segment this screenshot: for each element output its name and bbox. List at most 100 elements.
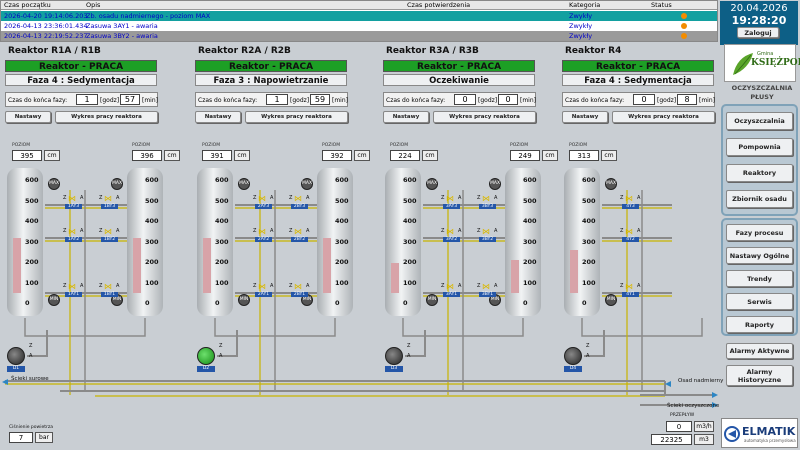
valve-icon[interactable]: ⋈	[482, 228, 491, 236]
valve-icon[interactable]: ⋈	[294, 195, 303, 203]
timer-hours[interactable]: 0	[633, 94, 655, 105]
nav-pompownia[interactable]: Pompownia	[726, 138, 793, 156]
min-level-sensor-icon[interactable]: MIN	[48, 294, 60, 306]
nav-zbiornik-osadu[interactable]: Zbiornik osadu	[726, 190, 793, 208]
level-value-a: 313	[569, 150, 599, 161]
nav-alarmy-aktywne[interactable]: Alarmy Aktywne	[726, 343, 793, 359]
blower-pump-icon[interactable]	[385, 347, 403, 365]
nav-alarmy-historyczne[interactable]: Alarmy Historyczne	[726, 365, 793, 386]
max-level-sensor-icon[interactable]: MAX	[426, 178, 438, 190]
valve-icon[interactable]: ⋈	[446, 195, 455, 203]
valve-icon[interactable]: ⋈	[625, 228, 634, 236]
nav-oczyszczalnia[interactable]: Oczyszczalnia	[726, 112, 793, 130]
blower-pump-icon[interactable]	[197, 347, 215, 365]
timer-minutes[interactable]: 57	[120, 94, 140, 105]
nav-reaktory[interactable]: Reaktory	[726, 164, 793, 182]
pump-closed-indicator: Z	[29, 343, 33, 349]
max-level-sensor-icon[interactable]: MAX	[111, 178, 123, 190]
scale-tick: 500	[523, 196, 537, 205]
scale-tick: 600	[215, 176, 229, 184]
settings-button[interactable]: Nastawy	[383, 111, 429, 123]
nav-raporty[interactable]: Raporty	[726, 316, 793, 333]
valve-tag: 3AY3	[443, 204, 460, 209]
valve-icon[interactable]: ⋈	[68, 228, 77, 236]
valve-auto-indicator: A	[637, 228, 641, 234]
valve-icon[interactable]: ⋈	[294, 283, 303, 291]
pump-auto-indicator: A	[586, 353, 590, 359]
time-label: 19:28:20	[731, 14, 787, 27]
timer-minutes[interactable]: 59	[310, 94, 330, 105]
valve-tag: 2BY2	[291, 237, 308, 242]
brand-name: ELMATIK	[742, 425, 796, 438]
max-level-sensor-icon[interactable]: MAX	[238, 178, 250, 190]
valve-auto-indicator: A	[458, 283, 462, 289]
valve-icon[interactable]: ⋈	[104, 283, 113, 291]
level-label: POZIOM	[322, 143, 341, 148]
hours-unit: [godz]	[100, 97, 120, 104]
valve-closed-indicator: Z	[289, 195, 293, 201]
scale-tick: 0	[335, 299, 340, 307]
valve-icon[interactable]: ⋈	[625, 283, 634, 291]
valve-icon[interactable]: ⋈	[446, 283, 455, 291]
scale-tick: 300	[145, 237, 159, 246]
valve-tag: 3AY1	[443, 292, 460, 297]
max-level-sensor-icon[interactable]: MAX	[605, 178, 617, 190]
settings-button[interactable]: Nastawy	[5, 111, 51, 123]
max-level-sensor-icon[interactable]: MAX	[301, 178, 313, 190]
valve-icon[interactable]: ⋈	[68, 195, 77, 203]
timer-minutes[interactable]: 8	[677, 94, 697, 105]
blower-pump-icon[interactable]	[564, 347, 582, 365]
reactor-chart-button[interactable]: Wykres pracy reaktora	[245, 111, 348, 123]
pump-auto-indicator: A	[219, 353, 223, 359]
nav-trendy[interactable]: Trendy	[726, 270, 793, 287]
timer-minutes[interactable]: 0	[498, 94, 518, 105]
nav-serwis[interactable]: Serwis	[726, 293, 793, 310]
valve-icon[interactable]: ⋈	[446, 228, 455, 236]
min-level-sensor-icon[interactable]: MIN	[426, 294, 438, 306]
valve-icon[interactable]: ⋈	[294, 228, 303, 236]
valve-closed-indicator: Z	[253, 195, 257, 201]
nav-fazy-procesu[interactable]: Fazy procesu	[726, 224, 793, 241]
reactor-chart-button[interactable]: Wykres pracy reaktora	[55, 111, 158, 123]
scale-tick: 600	[335, 176, 349, 184]
max-level-sensor-icon[interactable]: MAX	[489, 178, 501, 190]
nav-nastawy-ogólne[interactable]: Nastawy Ogólne	[726, 247, 793, 264]
valve-auto-indicator: A	[458, 195, 462, 201]
valve-icon[interactable]: ⋈	[482, 195, 491, 203]
scale-tick: 400	[215, 217, 229, 225]
minutes-unit: [min]	[142, 97, 158, 104]
total-flow-value: 22325	[651, 434, 692, 445]
valve-icon[interactable]: ⋈	[625, 195, 634, 203]
timer-label: Czas do końca fazy:	[8, 97, 68, 104]
login-button[interactable]: Zaloguj	[737, 27, 779, 38]
scale-tick: 100	[25, 278, 39, 287]
blower-pump-icon[interactable]	[7, 347, 25, 365]
valve-icon[interactable]: ⋈	[68, 283, 77, 291]
level-unit: cm	[354, 150, 370, 161]
scale-tick: 100	[215, 278, 229, 287]
settings-button[interactable]: Nastawy	[195, 111, 241, 123]
valve-icon[interactable]: ⋈	[258, 195, 267, 203]
valve-icon[interactable]: ⋈	[482, 283, 491, 291]
reactor-chart-button[interactable]: Wykres pracy reaktora	[433, 111, 536, 123]
level-value-a: 391	[202, 150, 232, 161]
pump-tag: D3	[385, 366, 403, 372]
reactor-chart-button[interactable]: Wykres pracy reaktora	[612, 111, 715, 123]
valve-closed-indicator: Z	[441, 283, 445, 289]
valve-icon[interactable]: ⋈	[104, 228, 113, 236]
level-label: POZIOM	[510, 143, 529, 148]
settings-button[interactable]: Nastawy	[562, 111, 608, 123]
plant-caption-2: PŁUSY	[750, 93, 774, 101]
scale-tick: 400	[582, 217, 596, 225]
timer-hours[interactable]: 0	[454, 94, 476, 105]
min-level-sensor-icon[interactable]: MIN	[238, 294, 250, 306]
timer-hours[interactable]: 1	[76, 94, 98, 105]
min-level-sensor-icon[interactable]: MIN	[605, 294, 617, 306]
sludge-level-bar	[133, 238, 141, 293]
valve-icon[interactable]: ⋈	[104, 195, 113, 203]
valve-icon[interactable]: ⋈	[258, 283, 267, 291]
treated-sewage-label: Ścieki oczyszczone	[667, 403, 720, 409]
max-level-sensor-icon[interactable]: MAX	[48, 178, 60, 190]
valve-icon[interactable]: ⋈	[258, 228, 267, 236]
timer-hours[interactable]: 1	[266, 94, 288, 105]
